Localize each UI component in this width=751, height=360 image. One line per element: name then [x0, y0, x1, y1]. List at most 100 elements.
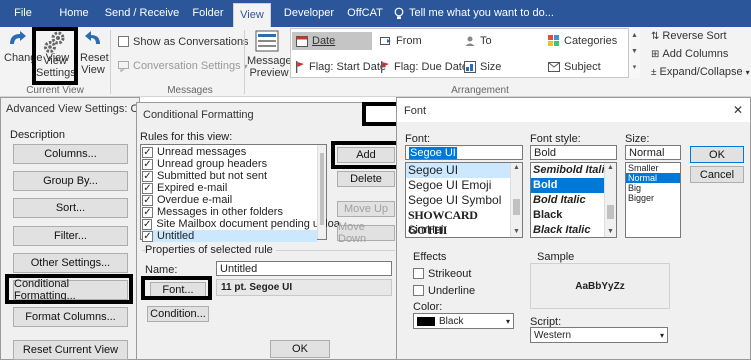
filter-button[interactable]: Filter... — [13, 226, 128, 246]
rule-item[interactable]: Unread messages — [142, 146, 317, 158]
tab-file[interactable]: File — [6, 0, 40, 27]
rules-label: Rules for this view: — [140, 131, 233, 143]
font-item[interactable]: SimHei — [406, 223, 510, 237]
reverse-sort-button[interactable]: ⇅ Reverse Sort — [651, 30, 727, 42]
font-cancel-button[interactable]: Cancel — [690, 166, 744, 183]
arrange-date[interactable]: Date — [292, 32, 372, 50]
size-item[interactable]: Big — [626, 183, 680, 193]
arrange-categories[interactable]: Categories — [548, 32, 617, 50]
font-ok-button[interactable]: OK — [690, 146, 744, 163]
close-icon[interactable]: ✕ — [728, 101, 748, 119]
advanced-view-settings-title: Advanced View Settings: Com — [6, 103, 136, 115]
size-item[interactable]: Smaller — [626, 163, 680, 173]
arrange-subject-label: Subject — [564, 61, 601, 73]
tab-view[interactable]: View — [233, 3, 271, 27]
size-item[interactable]: Bigger — [626, 193, 680, 203]
font-item[interactable]: SHOWCARD GOTHI — [406, 208, 510, 237]
tab-offcat[interactable]: OffCAT — [344, 0, 386, 27]
checkbox-checked — [142, 170, 153, 182]
tab-home[interactable]: Home — [52, 0, 96, 27]
cf-close-highlight — [362, 102, 400, 126]
rule-item[interactable]: Submitted but not sent — [142, 170, 317, 182]
rule-item[interactable]: Overdue e-mail — [142, 194, 317, 206]
arrange-size[interactable]: Size — [464, 58, 501, 76]
style-item[interactable]: Bold Italic — [531, 193, 604, 208]
style-item[interactable]: Semibold Italic — [531, 163, 604, 178]
cf-ok-button[interactable]: OK — [270, 340, 330, 358]
sort-button[interactable]: Sort... — [13, 198, 128, 218]
reset-arrow-icon — [85, 31, 100, 44]
move-down-button[interactable]: Move Down — [337, 221, 395, 245]
columns-button[interactable]: Columns... — [13, 144, 128, 164]
conversation-settings-button[interactable]: Conversation Settings ▾ — [118, 60, 248, 72]
rule-item[interactable]: Messages in other folders — [142, 206, 317, 218]
change-view-button[interactable]: Change View — [4, 30, 69, 80]
expand-collapse-button[interactable]: ± Expand/Collapse ▾ — [651, 66, 750, 78]
lightbulb-icon — [394, 7, 404, 19]
format-columns-button[interactable]: Format Columns... — [13, 307, 128, 327]
subject-icon — [548, 62, 560, 72]
checkbox-checked — [142, 230, 153, 242]
condition-button[interactable]: Condition... — [147, 306, 209, 322]
move-up-button[interactable]: Move Up — [337, 201, 395, 217]
color-select[interactable]: Black ▾ — [413, 313, 514, 329]
strikeout-checkbox[interactable]: Strikeout — [413, 268, 471, 280]
group-by-button[interactable]: Group By... — [13, 171, 128, 191]
arrange-to[interactable]: To — [464, 32, 492, 50]
reset-view-button[interactable]: Reset View — [80, 30, 109, 80]
gallery-scroll[interactable]: ▲ ▼ ▾ — [628, 28, 640, 78]
font-style-scrollbar[interactable]: ▲ ▼ — [604, 163, 616, 237]
arrange-subject[interactable]: Subject — [548, 58, 601, 76]
font-style-input[interactable]: Bold — [530, 145, 617, 160]
size-input[interactable]: Normal — [625, 145, 681, 160]
other-settings-button[interactable]: Other Settings... — [13, 253, 128, 273]
add-columns-button[interactable]: ⊞ Add Columns — [651, 48, 728, 60]
delete-rule-button[interactable]: Delete — [337, 171, 395, 187]
font-list-items: Segoe UI Segoe UI Emoji Segoe UI Symbol … — [406, 163, 510, 237]
tell-me-box[interactable]: Tell me what you want to do... — [394, 0, 564, 27]
tab-folder[interactable]: Folder — [186, 0, 230, 27]
rule-name-input[interactable]: Untitled — [216, 261, 392, 276]
ribbon-separator — [110, 30, 111, 94]
arrange-flag-due-date[interactable]: Flag: Due Date — [380, 58, 468, 76]
rule-item[interactable]: Expired e-mail — [142, 182, 317, 194]
script-select[interactable]: Western ▾ — [530, 327, 668, 343]
rules-scrollbar[interactable] — [317, 145, 326, 239]
size-item-selected[interactable]: Normal — [626, 173, 680, 183]
view-settings-highlight — [32, 27, 78, 85]
arrange-from-label: From — [396, 35, 422, 47]
checkbox-checked — [142, 158, 153, 170]
checkbox-checked — [142, 194, 153, 206]
rule-label: Messages in other folders — [157, 206, 283, 218]
tab-send-receive[interactable]: Send / Receive — [102, 0, 182, 27]
rule-label: Untitled — [157, 230, 195, 242]
rule-item[interactable]: Unread group headers — [142, 158, 317, 170]
style-item[interactable]: Black Italic — [531, 223, 604, 237]
arrange-from[interactable]: From — [380, 32, 422, 50]
font-item[interactable]: Segoe UI Symbol — [406, 193, 510, 208]
rule-item-selected[interactable]: Untitled — [142, 230, 317, 242]
font-dialog-titlebar — [397, 98, 750, 122]
reset-view-label: Reset View — [80, 52, 109, 76]
arrange-to-label: To — [480, 35, 492, 47]
checkbox-checked — [142, 182, 153, 194]
font-list-scrollbar[interactable]: ▲ ▼ — [510, 163, 522, 237]
reset-current-view-button[interactable]: Reset Current View — [13, 340, 128, 360]
tab-developer[interactable]: Developer — [278, 0, 340, 27]
arrange-flag-due-label: Flag: Due Date — [394, 61, 468, 73]
red-flag-icon — [296, 61, 304, 73]
arrangement-group-label: Arrangement — [451, 85, 509, 96]
underline-checkbox[interactable]: Underline — [413, 285, 475, 297]
add-columns-icon: ⊞ — [651, 48, 660, 60]
arrange-flag-start-date[interactable]: Flag: Start Date — [295, 58, 386, 76]
style-item-selected[interactable]: Bold — [531, 178, 604, 193]
font-name-input[interactable]: Segoe UI — [405, 145, 523, 160]
font-item-selected[interactable]: Segoe UI — [406, 163, 510, 178]
color-label: Color: — [413, 301, 443, 313]
message-preview-button[interactable]: Message Preview — [247, 30, 292, 82]
style-item[interactable]: Black — [531, 208, 604, 223]
show-as-conversations-checkbox[interactable]: Show as Conversations — [118, 36, 249, 48]
rule-item[interactable]: Site Mailbox document pending uploa — [142, 218, 340, 230]
font-item[interactable]: Segoe UI Emoji — [406, 178, 510, 193]
categories-icon — [548, 35, 559, 46]
